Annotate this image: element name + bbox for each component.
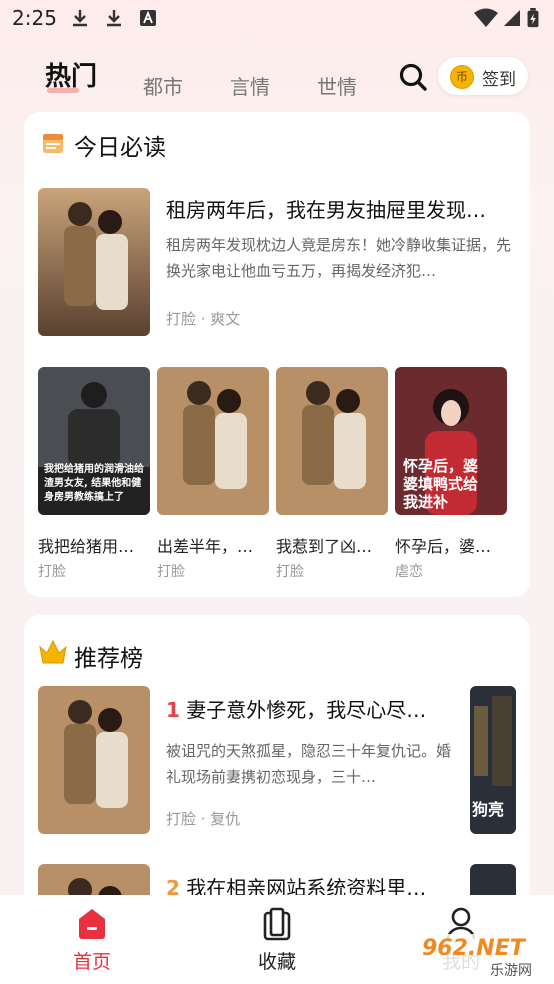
status-time: 2:25 — [12, 6, 57, 30]
grid-book[interactable]: 怀孕后，婆婆填鸭式给我进补 怀孕后，婆… 虐恋 — [395, 367, 507, 582]
book-cover — [38, 686, 150, 834]
search-icon[interactable] — [398, 62, 428, 92]
checkin-label: 签到 — [482, 70, 516, 90]
book-cover — [276, 367, 388, 515]
grid-book[interactable]: 我惹到了凶… 打脸 — [276, 367, 388, 582]
book-title: 妻子意外惨死，我尽心尽… — [186, 698, 427, 722]
book-title: 怀孕后，婆… — [395, 537, 492, 556]
book-cover: 我把给猪用的润滑油给渣男女友, 结果他和健身房男教练搞上了 — [38, 367, 150, 515]
book-tag: 虐恋 — [395, 564, 423, 580]
book-tag: 打脸 — [157, 564, 185, 580]
coin-icon: 币 — [450, 65, 474, 89]
daily-reads-card: 今日必读 租房两年后，我在男友抽屉里发现… 租房两年发现枕边人竟是房东！她冷静收… — [24, 112, 530, 597]
nav-label: 收藏 — [258, 951, 297, 973]
grid-book[interactable]: 出差半年，… 打脸 — [157, 367, 269, 582]
tab-active-underline — [47, 88, 79, 93]
grid-book[interactable]: 我把给猪用的润滑油给渣男女友, 结果他和健身房男教练搞上了 我把给猪用… 打脸 — [38, 367, 150, 582]
book-tag: 打脸 — [38, 564, 66, 580]
book-tags: 打脸 · 复仇 — [166, 810, 241, 828]
checkin-button[interactable]: 币 签到 — [438, 57, 528, 95]
cover-text: 狗亮 — [472, 800, 505, 819]
download-icon — [73, 10, 87, 27]
crown-icon — [39, 639, 67, 664]
tab-urban[interactable]: 都市 — [143, 71, 183, 100]
signal-icon — [504, 10, 520, 26]
book-cover: 怀孕后，婆婆填鸭式给我进补 — [395, 367, 507, 515]
book-cover — [38, 188, 150, 336]
book-title-line: 1 妻子意外惨死，我尽心尽… — [166, 694, 456, 723]
watermark-sub: 乐游网 — [490, 963, 532, 979]
section-title: 推荐榜 — [74, 646, 143, 672]
nav-favorites[interactable]: 收藏 — [237, 903, 317, 981]
book-title: 我把给猪用… — [38, 537, 135, 556]
book-description: 租房两年发现枕边人竟是房东！她冷静收集证据，先换光家电让他血亏五万，再揭发经济犯… — [166, 236, 512, 280]
book-title: 出差半年，… — [157, 537, 254, 556]
tab-romance[interactable]: 言情 — [230, 71, 270, 100]
notepad-icon — [43, 134, 63, 153]
cover-text: 怀孕后，婆婆填鸭式给我进补 — [403, 457, 479, 511]
book-title: 我惹到了凶… — [276, 537, 373, 556]
book-tags: 打脸 · 爽文 — [166, 310, 241, 328]
home-icon — [79, 909, 105, 939]
book-tag: 打脸 — [276, 564, 304, 580]
section-title: 今日必读 — [74, 135, 166, 161]
rank-number: 1 — [166, 698, 180, 722]
nav-label: 首页 — [73, 951, 112, 973]
cover-text: 我把给猪用的润滑油给渣男女友, 结果他和健身房男教练搞上了 — [44, 464, 144, 503]
book-description: 被诅咒的天煞孤星，隐忍三十年复仇记。婚礼现场前妻携初恋现身，三十… — [166, 742, 452, 786]
watermark-text: 962.NET — [422, 936, 525, 961]
font-app-icon — [140, 10, 156, 26]
featured-book[interactable]: 租房两年后，我在男友抽屉里发现… 租房两年发现枕边人竟是房东！她冷静收集证据，先… — [38, 188, 516, 340]
wifi-icon — [474, 8, 498, 27]
download-icon — [107, 10, 121, 27]
tab-social[interactable]: 世情 — [317, 71, 357, 100]
next-book-cover[interactable]: 狗亮 — [470, 686, 516, 834]
book-cover — [157, 367, 269, 515]
book-title: 租房两年后，我在男友抽屉里发现… — [166, 198, 486, 222]
recommend-ranking-card: 推荐榜 1 妻子意外惨死，我尽心尽… 被诅咒的天煞孤星，隐忍三十年复仇记。婚礼现… — [24, 615, 530, 915]
nav-home[interactable]: 首页 — [52, 903, 132, 981]
status-bar: 2:25 — [0, 0, 554, 38]
bookshelf-icon — [263, 907, 291, 941]
battery-charging-icon — [527, 8, 539, 28]
watermark: 962.NET 乐游网 — [416, 934, 550, 980]
ranking-item[interactable]: 1 妻子意外惨死，我尽心尽… 被诅咒的天煞孤星，隐忍三十年复仇记。婚礼现场前妻携… — [38, 686, 458, 834]
